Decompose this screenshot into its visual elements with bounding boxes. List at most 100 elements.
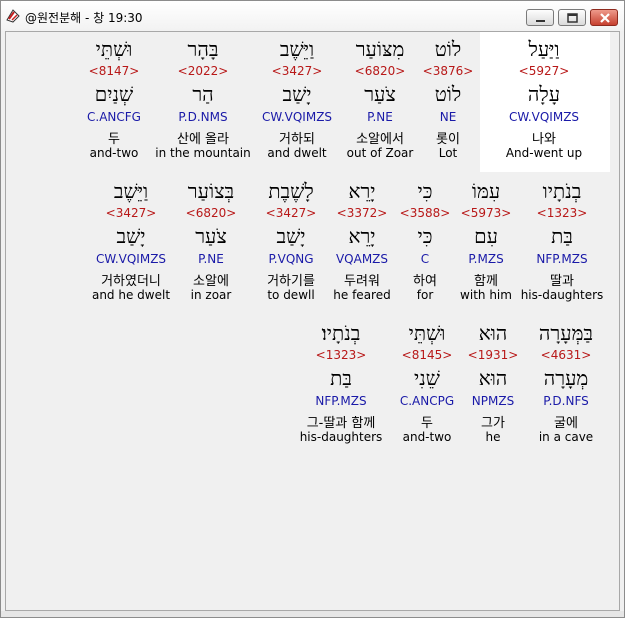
- hebrew-word: מִצּוֹעַר: [355, 37, 405, 61]
- grammar-code: C.ANCFG: [87, 110, 141, 124]
- korean-gloss: 두: [108, 132, 120, 147]
- english-gloss: in zoar: [190, 288, 232, 302]
- grammar-code: P.NE: [367, 110, 393, 124]
- grammar-code: NFP.MZS: [315, 394, 367, 408]
- strong-number: <1323>: [315, 348, 367, 362]
- strong-number: <8145>: [401, 348, 453, 362]
- grammar-code: P.VQNG: [268, 252, 314, 266]
- lemma-word: שְׁנַיִם: [94, 82, 134, 106]
- hebrew-word: בְּצוֹעַר: [187, 179, 235, 203]
- hebrew-word: וַיֵּשֶׁב: [113, 179, 149, 203]
- english-gloss: out of Zoar: [346, 146, 414, 160]
- title-bar[interactable]: @원전분해 - 창 19:30: [1, 1, 624, 31]
- hebrew-word: וּשְׁתֵּי: [408, 321, 446, 345]
- lemma-word: כִּי: [417, 224, 433, 248]
- grammar-code: NE: [439, 110, 457, 124]
- hebrew-word: בָּהָר: [187, 37, 219, 61]
- strong-number: <3876>: [422, 64, 474, 78]
- grammar-code: P.D.NMS: [178, 110, 228, 124]
- hebrew-word: לָשֶׁבֶת: [268, 179, 314, 203]
- strong-number: <2022>: [177, 64, 229, 78]
- hebrew-word: בְנֹתָיו: [542, 179, 582, 203]
- hebrew-word: לוֹט: [434, 37, 462, 61]
- close-icon: [600, 13, 610, 23]
- close-button[interactable]: [590, 9, 618, 26]
- english-gloss: to dewll: [267, 288, 315, 302]
- strong-number: <8147>: [88, 64, 140, 78]
- english-gloss: he: [485, 430, 501, 444]
- grammar-code: P.MZS: [468, 252, 504, 266]
- lemma-word: צֹעַר: [195, 224, 227, 248]
- english-gloss: and-two: [402, 430, 452, 444]
- lemma-word: יָרֵא: [348, 224, 376, 248]
- korean-gloss: 하여: [413, 274, 437, 289]
- english-gloss: in the mountain: [155, 146, 251, 160]
- korean-gloss: 산에 올라: [177, 132, 229, 147]
- english-gloss: Lot: [438, 146, 458, 160]
- lemma-word: מְעָרָה: [543, 366, 589, 390]
- english-gloss: and dwelt: [267, 146, 327, 160]
- english-gloss: with him: [460, 288, 512, 302]
- lemma-word: עִם: [474, 224, 498, 248]
- korean-gloss: 굴에: [554, 416, 578, 431]
- korean-gloss: 그가: [481, 416, 505, 431]
- minimize-button[interactable]: [526, 9, 554, 26]
- strong-number: <3427>: [271, 64, 323, 78]
- strong-number: <3427>: [265, 206, 317, 220]
- hebrew-word: יָרֵא: [348, 179, 376, 203]
- lemma-word: לוֹט: [434, 82, 462, 106]
- english-gloss: for: [416, 288, 434, 302]
- english-gloss: his-daughters: [299, 430, 383, 444]
- window-title: @원전분해 - 창 19:30: [25, 11, 143, 25]
- lemma-word: יָשַׁב: [276, 224, 306, 248]
- strong-number: <3427>: [105, 206, 157, 220]
- korean-gloss: 두: [421, 416, 433, 431]
- grammar-code: VQAMZS: [335, 252, 389, 266]
- grammar-code: CW.VQIMZS: [508, 110, 580, 124]
- strong-number: <5973>: [460, 206, 512, 220]
- strong-number: <3588>: [399, 206, 451, 220]
- lemma-word: צֹעַר: [364, 82, 396, 106]
- korean-gloss: 그-딸과 함께: [306, 416, 376, 431]
- lemma-word: יָשַׁב: [282, 82, 312, 106]
- strong-number: <5927>: [518, 64, 570, 78]
- app-window: @원전분해 - 창 19:30 וַיַּעַל <5927> עָלָה CW.VQ…: [0, 0, 625, 618]
- grammar-code: NFP.MZS: [536, 252, 588, 266]
- lemma-word: יָשַׁב: [116, 224, 146, 248]
- english-gloss: and-two: [89, 146, 139, 160]
- hebrew-word: עִמּוֹ: [471, 179, 501, 203]
- grammar-code: P.D.NFS: [543, 394, 589, 408]
- korean-gloss: 두려워: [344, 274, 380, 289]
- grammar-code: C.ANCPG: [399, 394, 455, 408]
- grammar-code: NPMZS: [471, 394, 515, 408]
- hebrew-word: בַּמְּעָרָה: [538, 321, 594, 345]
- lemma-word: עָלָה: [527, 82, 561, 106]
- english-gloss: And-went up: [505, 146, 583, 160]
- strong-number: <1323>: [536, 206, 588, 220]
- korean-gloss: 소알에: [193, 274, 229, 289]
- bottom-edge: [1, 611, 624, 617]
- strong-number: <4631>: [540, 348, 592, 362]
- strong-number: <6820>: [185, 206, 237, 220]
- hebrew-word: וַיֵּשֶׁב: [279, 37, 315, 61]
- maximize-button[interactable]: [558, 9, 586, 26]
- hebrew-word: כִּי: [417, 179, 433, 203]
- maximize-icon: [567, 13, 578, 23]
- minimize-icon: [536, 20, 545, 22]
- korean-gloss: 거하기를: [267, 274, 315, 289]
- korean-gloss: 함께: [474, 274, 498, 289]
- english-gloss: in a cave: [538, 430, 594, 444]
- grammar-code: CW.VQIMZS: [261, 110, 333, 124]
- lemma-word: בַּת: [330, 366, 352, 390]
- grammar-code: P.NE: [198, 252, 224, 266]
- grammar-code: CW.VQIMZS: [95, 252, 167, 266]
- lemma-word: הוּא: [478, 366, 508, 390]
- app-logo-icon: [5, 8, 21, 24]
- strong-number: <3372>: [336, 206, 388, 220]
- grammar-code: C: [420, 252, 430, 266]
- english-gloss: his-daughters: [520, 288, 604, 302]
- hebrew-word: בְנֹתָיו׃: [321, 321, 361, 345]
- lemma-word: הַר: [192, 82, 214, 106]
- korean-gloss: 거하되: [279, 132, 315, 147]
- hebrew-word: וּשְׁתֵּי: [95, 37, 133, 61]
